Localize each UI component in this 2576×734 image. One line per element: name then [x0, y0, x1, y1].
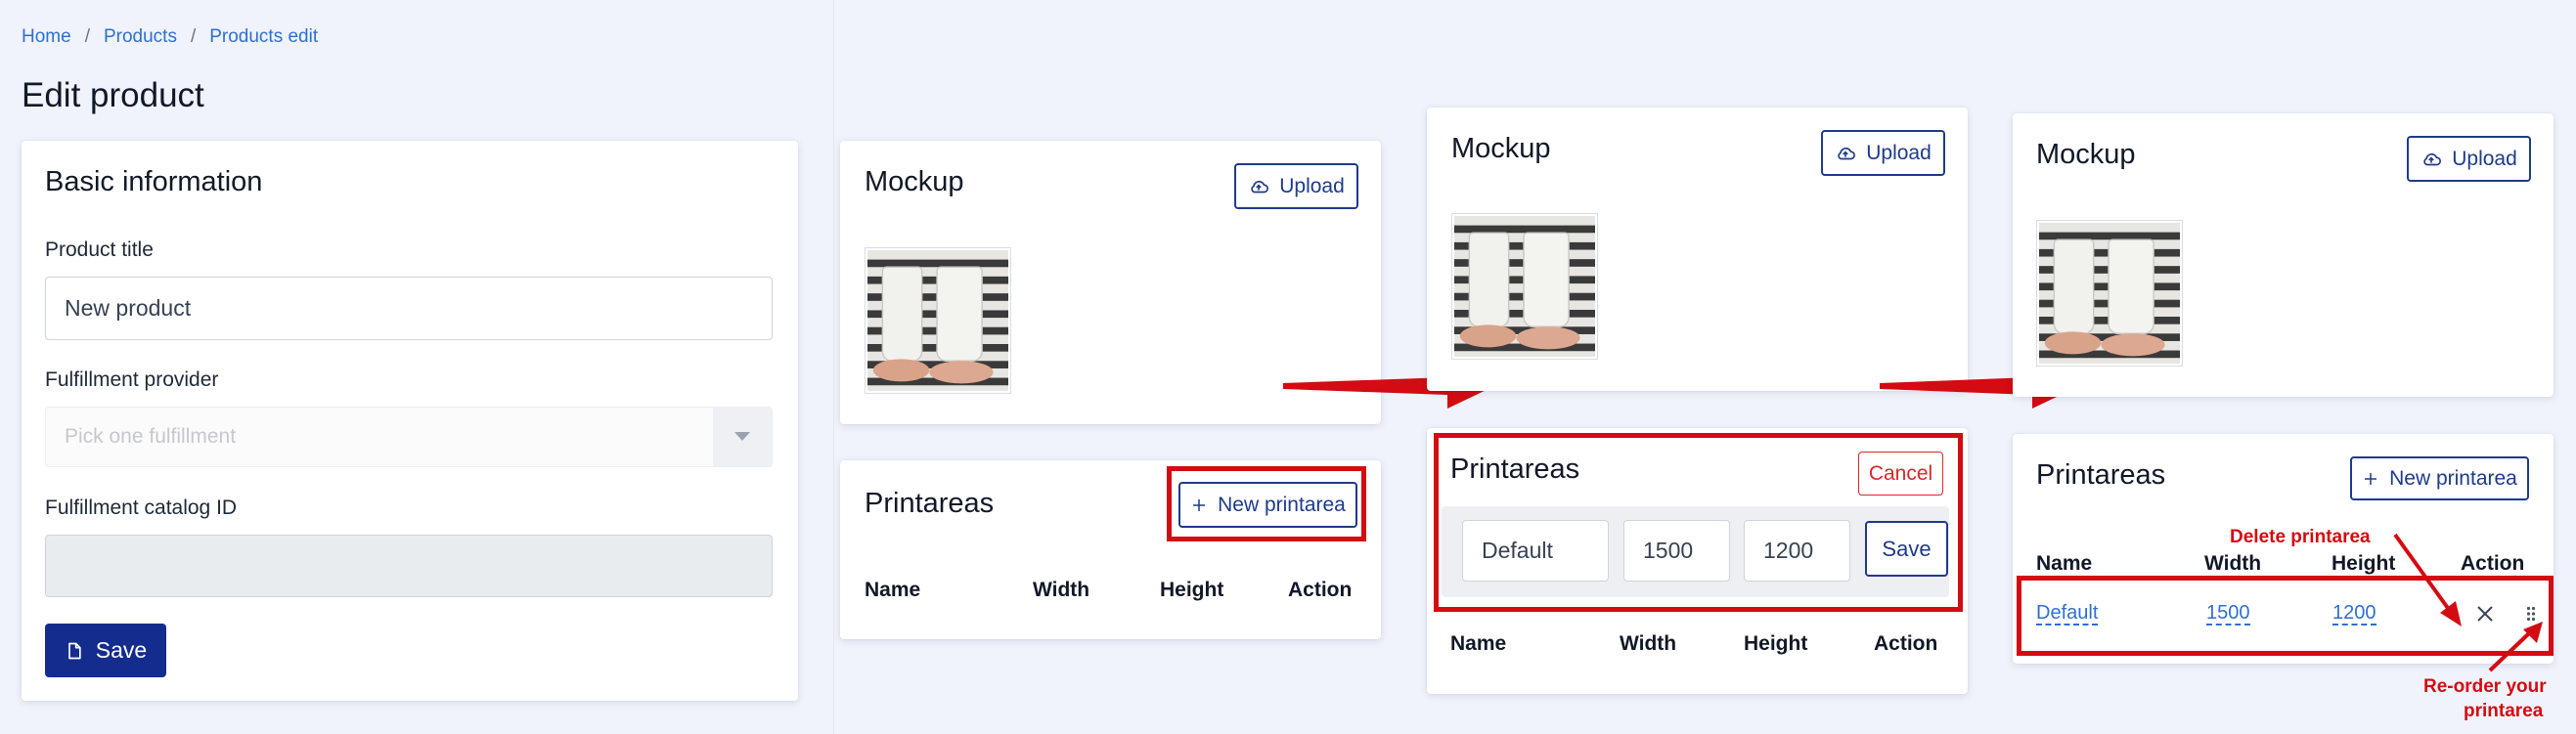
cloud-upload-icon [2421, 149, 2442, 170]
fulfillment-catalog-id-input[interactable] [45, 535, 773, 597]
highlight-new-printarea [1167, 466, 1366, 541]
column-header-name: Name [1450, 632, 1507, 655]
new-printarea-button-label: New printarea [2389, 466, 2517, 490]
column-header-name: Name [865, 579, 921, 601]
page-title: Edit product [22, 76, 204, 114]
column-header-height: Height [1744, 632, 1808, 655]
fulfillment-catalog-id-label: Fulfillment catalog ID [45, 497, 238, 519]
delete-printarea-annotation: Delete printarea [2230, 527, 2371, 547]
breadcrumb-products[interactable]: Products [104, 26, 177, 48]
product-title-value: New product [65, 295, 192, 321]
mockup-card-step2: Mockup Upload [1427, 108, 1968, 391]
upload-button[interactable]: Upload [2407, 136, 2531, 182]
highlight-printarea-form [1434, 433, 1963, 612]
column-header-height: Height [2332, 552, 2396, 575]
save-button[interactable]: Save [45, 624, 166, 677]
fulfillment-provider-label: Fulfillment provider [45, 368, 219, 391]
basic-information-title: Basic information [45, 166, 263, 197]
mockup-thumbnail[interactable] [2036, 220, 2183, 367]
column-header-action: Action [1288, 579, 1353, 601]
upload-button[interactable]: Upload [1234, 163, 1358, 209]
cloud-upload-icon [1835, 143, 1856, 164]
printareas-title: Printareas [2036, 459, 2166, 491]
mockup-thumbnail[interactable] [865, 247, 1011, 394]
breadcrumb-home[interactable]: Home [22, 26, 71, 48]
mockup-thumbnail[interactable] [1451, 213, 1598, 360]
annotation-arrow-delete [2393, 533, 2462, 626]
breadcrumb-separator: / [190, 26, 197, 47]
plus-icon [2362, 470, 2379, 488]
annotation-arrow-reorder [2488, 622, 2543, 672]
column-header-name: Name [2036, 552, 2093, 575]
basic-information-card: Basic information Product title New prod… [22, 141, 798, 701]
column-header-action: Action [2461, 552, 2525, 575]
mockup-image [1454, 216, 1595, 357]
mockup-image [867, 250, 1008, 391]
cloud-upload-icon [1248, 176, 1269, 197]
mockup-image [2039, 223, 2180, 364]
column-header-width: Width [1620, 632, 1677, 655]
breadcrumb-separator: / [84, 26, 90, 47]
breadcrumb-products-edit[interactable]: Products edit [209, 26, 318, 48]
caret-down-icon [713, 408, 772, 466]
column-header-width: Width [2204, 552, 2262, 575]
column-header-action: Action [1874, 632, 1938, 655]
fulfillment-provider-placeholder: Pick one fulfillment [65, 425, 237, 448]
reorder-annotation-line2: printarea [2464, 701, 2544, 721]
save-button-label: Save [95, 637, 148, 663]
mockup-title: Mockup [2036, 139, 2136, 170]
file-icon [65, 641, 84, 661]
column-header-width: Width [1033, 579, 1090, 601]
product-title-label: Product title [45, 238, 154, 261]
column-header-height: Height [1160, 579, 1224, 601]
product-title-input[interactable]: New product [45, 277, 773, 340]
breadcrumb: Home / Products / Products edit [22, 26, 318, 48]
highlight-printarea-row [2017, 576, 2554, 656]
reorder-annotation-line1: Re-order your [2423, 676, 2547, 697]
mockup-title: Mockup [865, 166, 964, 197]
upload-button-label: Upload [1866, 141, 1932, 164]
printareas-title: Printareas [865, 488, 995, 519]
new-printarea-button[interactable]: New printarea [2350, 456, 2529, 500]
fulfillment-provider-select[interactable]: Pick one fulfillment [45, 407, 773, 467]
section-divider [833, 0, 834, 734]
mockup-card-step3: Mockup Upload [2013, 113, 2554, 397]
upload-button-label: Upload [2452, 147, 2517, 170]
upload-button[interactable]: Upload [1821, 130, 1945, 176]
mockup-title: Mockup [1451, 133, 1551, 164]
upload-button-label: Upload [1279, 174, 1345, 197]
